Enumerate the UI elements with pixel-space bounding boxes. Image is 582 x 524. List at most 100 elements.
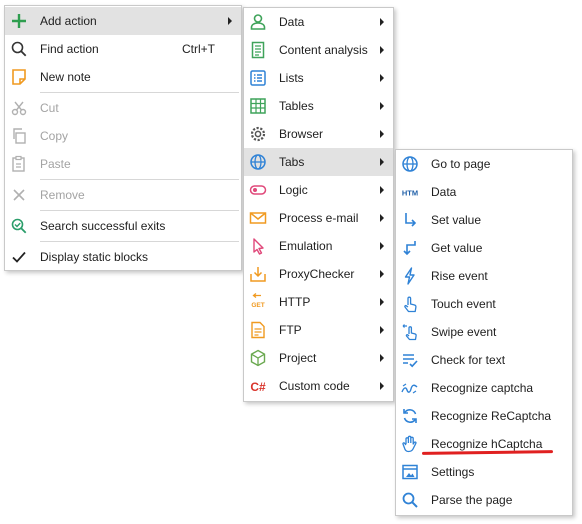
paste-icon [9,154,29,174]
search-icon [9,39,29,59]
menu-item-cut[interactable]: Cut [5,94,241,122]
csharp-icon-text: C# [250,380,266,394]
submenu-arrow-icon [380,158,384,166]
menu-separator [40,92,239,93]
cube-icon [248,348,268,368]
arrow-return-icon [400,238,420,258]
list-icon [248,68,268,88]
submenu-item-rise-event[interactable]: Rise event [396,262,572,290]
get-icon-text: GET [251,302,264,309]
submenu-item-custom-code[interactable]: C# Custom code [244,372,393,400]
gear-icon [248,124,268,144]
html-icon: HTM [400,182,420,202]
menu-item-label: HTTP [279,295,311,309]
menu-item-label: FTP [279,323,302,337]
menu-item-display-static-blocks[interactable]: Display static blocks [5,243,241,271]
submenu-arrow-icon [380,74,384,82]
menu-item-label: Data [279,15,305,29]
submenu-item-proxychecker[interactable]: ProxyChecker [244,260,393,288]
submenu-arrow-icon [380,46,384,54]
submenu-item-process-email[interactable]: Process e-mail [244,204,393,232]
submenu-item-set-value[interactable]: Set value [396,206,572,234]
menu-item-label: Emulation [279,239,333,253]
note-icon [9,67,29,87]
menu-item-label: Display static blocks [40,250,149,264]
menu-item-copy[interactable]: Copy [5,122,241,150]
plus-icon [9,11,29,31]
menu-item-label: ProxyChecker [279,267,355,281]
menu-item-label: Add action [40,14,97,28]
submenu-item-lists[interactable]: Lists [244,64,393,92]
submenu-item-tabs[interactable]: Tabs [244,148,393,176]
menu-item-label: Tabs [279,155,305,169]
menu-item-label: Paste [40,157,71,171]
scissors-icon [9,98,29,118]
submenu-item-tables[interactable]: Tables [244,92,393,120]
magnifier-icon [400,490,420,510]
menu-item-paste[interactable]: Paste [5,150,241,178]
menu-item-remove[interactable]: Remove [5,181,241,209]
submenu-item-emulation[interactable]: Emulation [244,232,393,260]
menu-item-label: Content analysis [279,43,368,57]
menu-item-label: Logic [279,183,308,197]
menu-separator [40,179,239,180]
submenu-item-ftp[interactable]: FTP [244,316,393,344]
menu-item-label: Touch event [431,297,496,311]
globe-icon [248,152,268,172]
globe-icon [400,154,420,174]
checkmark-icon [9,247,29,267]
menu-item-label: New note [40,70,91,84]
submenu-arrow-icon [380,270,384,278]
submenu-item-logic[interactable]: Logic [244,176,393,204]
submenu-item-project[interactable]: Project [244,344,393,372]
submenu-item-browser[interactable]: Browser [244,120,393,148]
submenu-item-data[interactable]: Data [244,8,393,36]
lightning-icon [400,266,420,286]
submenu-item-check-text[interactable]: Check for text [396,346,572,374]
menu-item-label: Get value [431,241,483,255]
menu-item-search-exits[interactable]: Search successful exits [5,212,241,240]
cursor-icon [248,236,268,256]
menu-item-label: Search successful exits [40,219,166,233]
submenu-item-settings[interactable]: Settings [396,458,572,486]
menu-item-label: Lists [279,71,304,85]
add-action-submenu: Data Content analysis Lists Tables Brows… [243,7,394,402]
submenu-item-get-value[interactable]: Get value [396,234,572,262]
submenu-item-tab-data[interactable]: HTM Data [396,178,572,206]
menu-item-label: Project [279,351,317,365]
menu-item-add-action[interactable]: Add action [5,7,241,35]
menu-item-label: Copy [40,129,69,143]
hand-wave-icon [400,434,420,454]
toggle-icon [248,180,268,200]
submenu-item-recognize-recaptcha[interactable]: Recognize ReCaptcha [396,402,572,430]
submenu-item-http[interactable]: GET HTTP [244,288,393,316]
menu-item-label: Recognize ReCaptcha [431,409,552,423]
menu-separator [40,210,239,211]
menu-item-label: Parse the page [431,493,513,507]
submenu-item-touch-event[interactable]: Touch event [396,290,572,318]
menu-item-label: Tables [279,99,314,113]
menu-item-label: Set value [431,213,482,227]
submenu-item-go-to-page[interactable]: Go to page [396,150,572,178]
document-icon [248,40,268,60]
submenu-item-content-analysis[interactable]: Content analysis [244,36,393,64]
close-icon [9,185,29,205]
envelope-icon [248,208,268,228]
submenu-item-recognize-captcha[interactable]: Recognize captcha [396,374,572,402]
menu-item-label: Check for text [431,353,506,367]
menu-item-label: Recognize captcha [431,381,534,395]
menu-item-find-action[interactable]: Find action Ctrl+T [5,35,241,63]
menu-item-new-note[interactable]: New note [5,63,241,91]
copy-icon [9,126,29,146]
arrow-down-right-icon [400,210,420,230]
menu-item-label: Data [431,185,457,199]
submenu-arrow-icon [380,382,384,390]
hand-pointer-icon [400,294,420,314]
search-check-icon [9,216,29,236]
submenu-arrow-icon [380,298,384,306]
text-check-icon [400,350,420,370]
menu-item-label: Go to page [431,157,491,171]
context-menu: Add action Find action Ctrl+T New note C… [4,5,242,271]
submenu-item-swipe-event[interactable]: Swipe event [396,318,572,346]
submenu-item-parse-page[interactable]: Parse the page [396,486,572,514]
